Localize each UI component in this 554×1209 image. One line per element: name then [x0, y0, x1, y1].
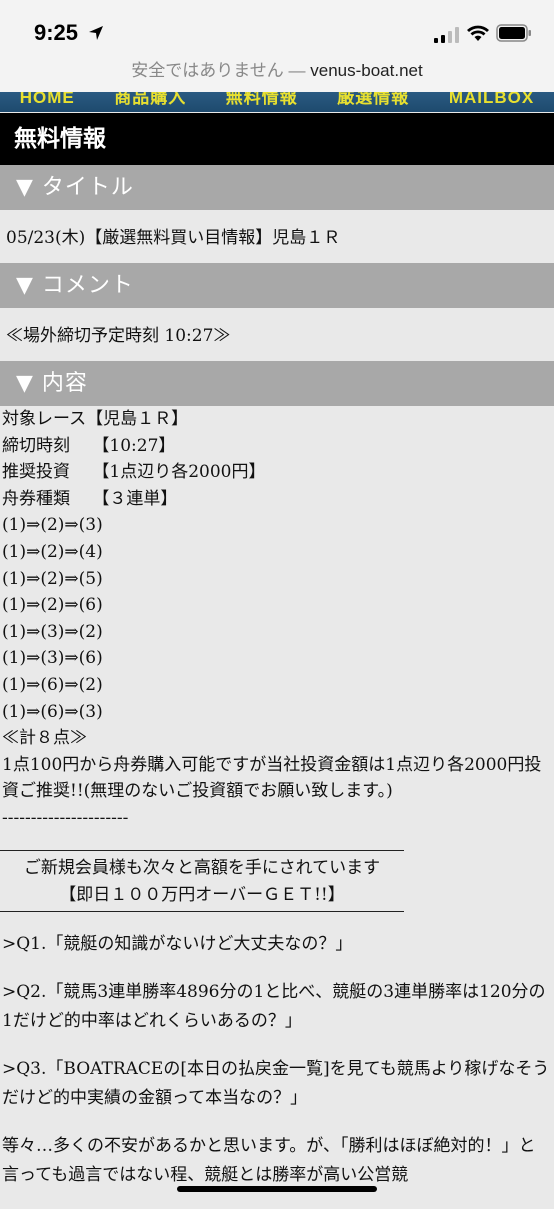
post-title: 05/23(木)【厳選無料買い目情報】児島１Ｒ [6, 228, 341, 248]
faq-question-3: >Q3.「BOATRACEの[本日の払戻金一覧]を見ても競馬より稼げなそうだけど… [2, 1059, 550, 1108]
bet-total: ≪計８点≫ [2, 728, 87, 749]
content-line: 対象レース【児島１Ｒ】 [2, 409, 189, 429]
bet-combination: (1)⇒(6)⇒(3) [2, 701, 103, 722]
bet-combination: (1)⇒(6)⇒(2) [2, 674, 103, 695]
nav-item-home[interactable]: HOME [20, 92, 75, 106]
url-host: venus-boat.net [310, 61, 423, 80]
promo-notice: ご新規会員様も次々と高額を手にされています 【即日１００万円オーバーＧＥＴ!!】 [0, 850, 404, 912]
nav-item-free-info[interactable]: 無料情報 [226, 92, 298, 106]
content-line: 締切時刻 【10:27】 [2, 435, 176, 456]
promo-line-2: 【即日１００万円オーバーＧＥＴ!!】 [59, 885, 345, 905]
nav-item-mailbox[interactable]: MAILBOX [449, 92, 534, 106]
content-line: 舟券種類 【３連単】 [2, 488, 178, 509]
post-comment: ≪場外締切予定時刻 10:27≫ [6, 326, 231, 346]
home-indicator[interactable] [177, 1186, 377, 1192]
cellular-signal-icon [434, 27, 459, 43]
bet-combination: (1)⇒(3)⇒(2) [2, 621, 103, 642]
nav-item-premium-info[interactable]: 厳選情報 [337, 92, 409, 106]
faq-list: >Q1.「競艇の知識がないけど大丈夫なの？」 >Q2.「競馬3連単勝率4896分… [2, 930, 550, 1209]
faq-question-2: >Q2.「競馬3連単勝率4896分の1と比べ、競艇の3連単勝率は120分の1だけ… [2, 982, 546, 1031]
section-header-title: ▼ タイトル [0, 165, 554, 210]
site-nav: HOME 商品購入 無料情報 厳選情報 MAILBOX [0, 92, 554, 112]
section-header-content: ▼ 内容 [0, 361, 554, 406]
bet-combination: (1)⇒(2)⇒(6) [2, 595, 103, 616]
browser-chrome: 9:25 安全ではありません — venus-boat.net [0, 0, 554, 92]
section-header-comment: ▼ コメント [0, 263, 554, 308]
text-divider: ---------------------- [2, 807, 129, 828]
faq-question-1: >Q1.「競艇の知識がないけど大丈夫なの？」 [2, 934, 353, 954]
url-bar[interactable]: 安全ではありません — venus-boat.net [0, 56, 554, 81]
bet-combination: (1)⇒(3)⇒(6) [2, 648, 103, 669]
post-content: 対象レース【児島１Ｒ】 締切時刻 【10:27】 推奨投資 【1点辺り各2000… [2, 406, 550, 832]
wifi-icon [467, 25, 489, 41]
bet-combination: (1)⇒(2)⇒(5) [2, 568, 103, 589]
content-line: 推奨投資 【1点辺り各2000円】 [2, 462, 266, 483]
status-time: 9:25 [34, 20, 79, 45]
investment-note: 1点100円から舟券購入可能ですが当社投資金額は1点辺り各2000円投資ご推奨!… [2, 754, 542, 802]
bet-combination: (1)⇒(2)⇒(3) [2, 515, 103, 536]
promo-line-1: ご新規会員様も次々と高額を手にされています [23, 858, 381, 878]
page-title: 無料情報 [0, 113, 554, 165]
battery-icon [496, 24, 531, 42]
faq-closing: 等々…多くの不安があるかと思います。が、「勝利はほぼ絶対的！」と言っても過言では… [2, 1136, 536, 1185]
security-warning: 安全ではありません — [131, 61, 311, 80]
nav-item-purchase[interactable]: 商品購入 [114, 92, 186, 106]
bet-combination: (1)⇒(2)⇒(4) [2, 541, 103, 562]
location-arrow-icon [89, 26, 103, 40]
